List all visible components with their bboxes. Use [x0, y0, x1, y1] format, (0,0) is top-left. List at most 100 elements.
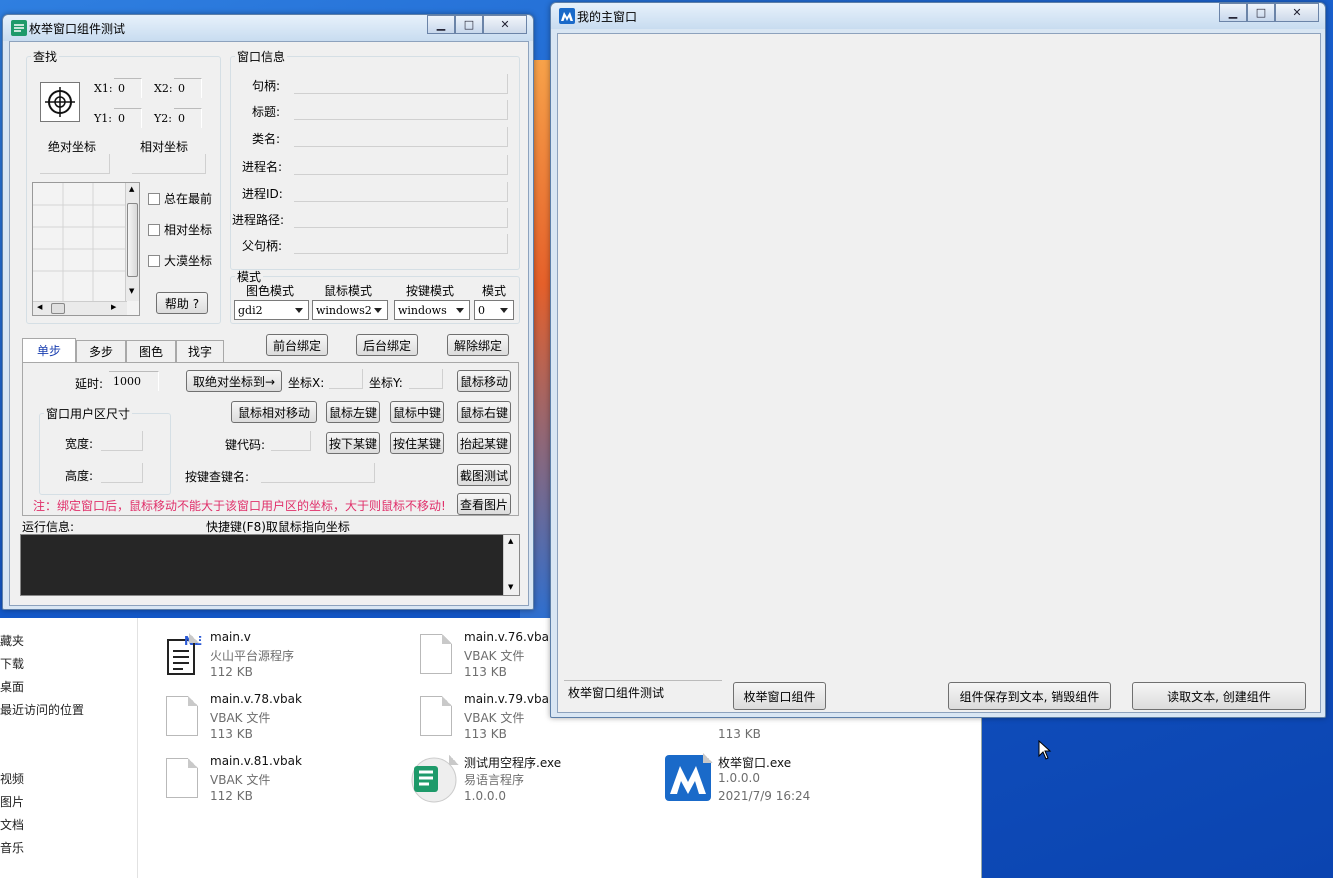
vertical-scrollbar[interactable]: ▲ ▼	[125, 183, 139, 301]
file-type: 火山平台源程序	[210, 649, 295, 663]
tab-color[interactable]: 图色	[126, 340, 176, 362]
enum-components-button[interactable]: 枚举窗口组件	[733, 682, 826, 710]
file-name: main.v	[210, 630, 251, 644]
dm-coord-checkbox[interactable]: 大漠坐标	[148, 252, 212, 269]
load-components-button[interactable]: 读取文本, 创建组件	[1132, 682, 1306, 710]
main-window-titlebar[interactable]: 我的主窗口 ▁ □ ✕	[551, 3, 1325, 29]
maximize-button[interactable]: □	[1247, 3, 1275, 22]
view-image-button[interactable]: 查看图片	[457, 493, 511, 515]
file-item[interactable]: main.v.81.vbak VBAK 文件 112 KB	[166, 754, 406, 812]
mouse-relative-move-button[interactable]: 鼠标相对移动	[231, 401, 317, 423]
log-scrollbar[interactable]: ▲ ▼	[503, 535, 519, 595]
h-scroll-thumb[interactable]	[51, 303, 65, 314]
run-info-log[interactable]: ▲ ▼	[20, 534, 520, 596]
x1-field[interactable]: 0	[114, 78, 142, 98]
parent-handle-label: 父句柄:	[242, 239, 283, 253]
color-mode-select[interactable]: gdi2	[234, 300, 309, 320]
file-item[interactable]: main.v.78.vbak VBAK 文件 113 KB	[166, 692, 406, 750]
close-button[interactable]: ✕	[483, 15, 527, 34]
handle-field[interactable]	[294, 74, 508, 94]
parent-handle-field[interactable]	[294, 234, 508, 254]
mouse-move-button[interactable]: 鼠标移动	[457, 370, 511, 392]
process-id-field[interactable]	[294, 182, 508, 202]
back-bind-button[interactable]: 后台绑定	[356, 334, 418, 356]
width-label: 宽度:	[65, 437, 94, 451]
scroll-thumb[interactable]	[127, 203, 138, 277]
rel-coord-field[interactable]	[132, 154, 206, 174]
scroll-down-arrow-icon[interactable]: ▼	[129, 287, 134, 295]
coord-x-label: 坐标X:	[288, 376, 325, 390]
tab-multi-step[interactable]: 多步	[76, 340, 126, 362]
nav-item-pictures[interactable]: 图片	[0, 793, 24, 810]
process-path-field[interactable]	[294, 208, 508, 228]
coord-x-field[interactable]	[329, 369, 363, 389]
scroll-down-arrow-icon[interactable]: ▼	[508, 583, 513, 591]
mouse-mode-select[interactable]: windows2	[312, 300, 388, 320]
status-text-field[interactable]: 枚举窗口组件测试	[564, 680, 722, 704]
maximize-button[interactable]: □	[455, 15, 483, 34]
checkbox-label: 总在最前	[164, 192, 213, 206]
nav-item-videos[interactable]: 视频	[0, 770, 24, 787]
process-path-label: 进程路径:	[232, 213, 285, 227]
y2-field[interactable]: 0	[174, 108, 202, 128]
abs-coord-field[interactable]	[40, 154, 110, 174]
nav-item-favorites[interactable]: 藏夹	[0, 632, 24, 649]
scroll-up-arrow-icon[interactable]: ▲	[508, 537, 513, 545]
scroll-up-arrow-icon[interactable]: ▲	[129, 185, 134, 193]
minimize-button[interactable]: ▁	[427, 15, 455, 34]
help-button[interactable]: 帮助 ?	[156, 292, 208, 314]
nav-item-recent[interactable]: 最近访问的位置	[0, 701, 84, 718]
bind-note-text: 注：绑定窗口后，鼠标移动不能大于该窗口用户区的坐标，大于则鼠标不移动!	[33, 499, 446, 513]
key-hold-button[interactable]: 按住某键	[390, 432, 444, 454]
checkbox-box[interactable]	[148, 192, 160, 205]
tab-single-step[interactable]: 单步	[22, 338, 76, 362]
main-window-client: 枚举窗口组件测试 枚举窗口组件 组件保存到文本, 销毁组件 读取文本, 创建组件	[557, 33, 1321, 713]
process-name-label: 进程名:	[242, 160, 283, 174]
tab-find-text[interactable]: 找字	[176, 340, 224, 362]
file-type: 易语言程序	[464, 773, 525, 787]
relative-coord-checkbox[interactable]: 相对坐标	[148, 221, 212, 238]
file-item[interactable]: 测试用空程序.exe 易语言程序 1.0.0.0	[410, 754, 650, 812]
close-button[interactable]: ✕	[1275, 3, 1319, 22]
x2-field[interactable]: 0	[174, 78, 202, 98]
height-field[interactable]	[101, 463, 143, 483]
mouse-right-button[interactable]: 鼠标右键	[457, 401, 511, 423]
nav-item-desktop[interactable]: 桌面	[0, 678, 24, 695]
crosshair-finder-icon[interactable]	[40, 82, 80, 122]
checkbox-box[interactable]	[148, 223, 160, 236]
mouse-left-button[interactable]: 鼠标左键	[326, 401, 380, 423]
key-mode-select[interactable]: windows	[394, 300, 470, 320]
horizontal-scrollbar[interactable]: ◀ ▶	[33, 301, 127, 315]
process-name-field[interactable]	[294, 155, 508, 175]
checkbox-box[interactable]	[148, 254, 160, 267]
always-on-top-checkbox[interactable]: 总在最前	[148, 190, 212, 207]
mouse-middle-button[interactable]: 鼠标中键	[390, 401, 444, 423]
key-press-button[interactable]: 按下某键	[326, 432, 380, 454]
save-components-button[interactable]: 组件保存到文本, 销毁组件	[948, 682, 1111, 710]
file-item[interactable]: NE main.v 火山平台源程序 112 KB	[166, 630, 406, 688]
file-item[interactable]: 枚举窗口.exe 1.0.0.0 2021/7/9 16:24	[664, 753, 904, 812]
enum-test-titlebar[interactable]: 枚举窗口组件测试 ▁ □ ✕	[3, 15, 533, 41]
width-field[interactable]	[101, 431, 143, 451]
minimize-button[interactable]: ▁	[1219, 3, 1247, 22]
title-field[interactable]	[294, 100, 508, 120]
nav-item-music[interactable]: 音乐	[0, 839, 24, 856]
key-release-button[interactable]: 抬起某键	[457, 432, 511, 454]
y1-field[interactable]: 0	[114, 108, 142, 128]
scroll-left-arrow-icon[interactable]: ◀	[37, 303, 42, 311]
get-abs-coord-button[interactable]: 取绝对坐标到→	[186, 370, 282, 392]
coord-y-field[interactable]	[409, 369, 443, 389]
keycode-field[interactable]	[271, 431, 311, 451]
main-window: 我的主窗口 ▁ □ ✕ 枚举窗口组件测试 枚举窗口组件 组件保存到文本, 销毁组…	[550, 2, 1326, 718]
front-bind-button[interactable]: 前台绑定	[266, 334, 328, 356]
key-mode-label: 按键模式	[406, 284, 455, 298]
unbind-button[interactable]: 解除绑定	[447, 334, 509, 356]
scroll-right-arrow-icon[interactable]: ▶	[111, 303, 116, 311]
delay-field[interactable]: 1000	[109, 371, 159, 391]
mode-select[interactable]: 0	[474, 300, 514, 320]
capture-test-button[interactable]: 截图测试	[457, 464, 511, 486]
nav-item-documents[interactable]: 文档	[0, 816, 24, 833]
nav-item-downloads[interactable]: 下载	[0, 655, 24, 672]
key-name-field[interactable]	[261, 463, 375, 483]
class-field[interactable]	[294, 127, 508, 147]
